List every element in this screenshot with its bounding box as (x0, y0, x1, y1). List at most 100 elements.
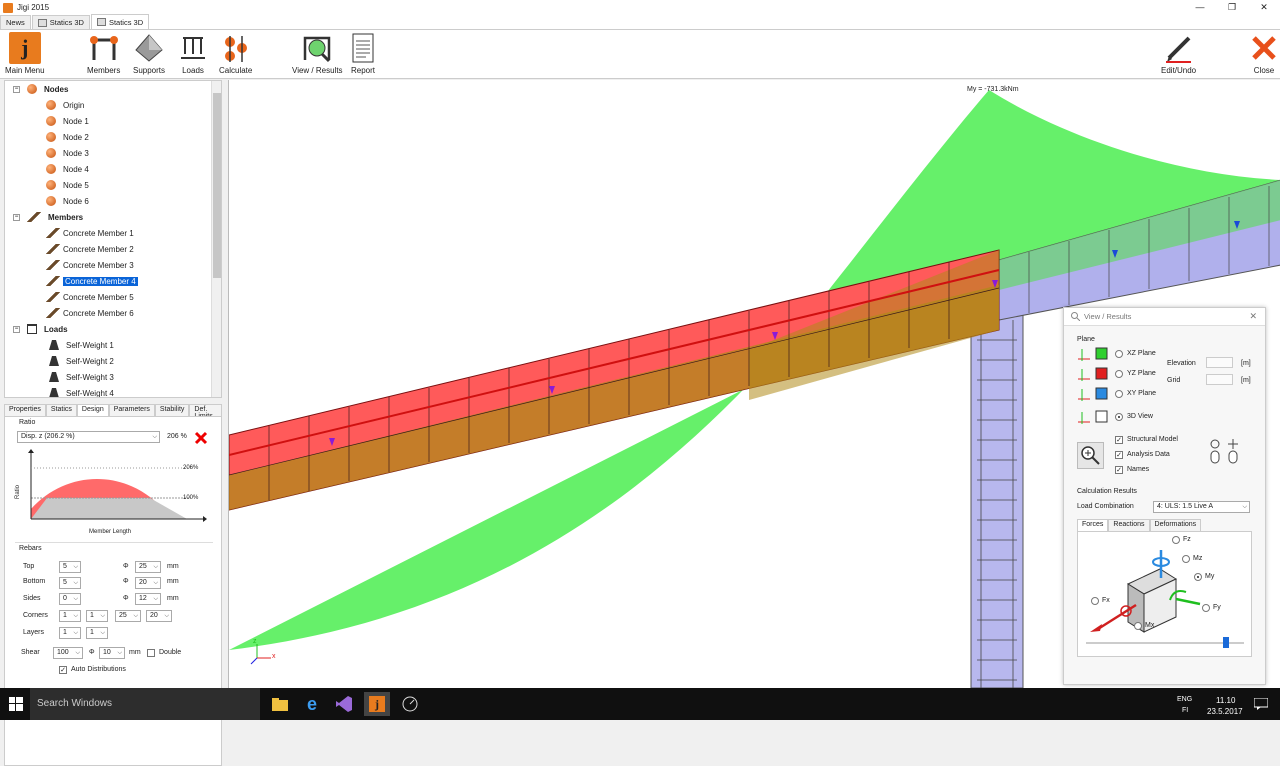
layers-b-select[interactable]: 1 ⌵ (86, 627, 108, 639)
mz-radio[interactable] (1182, 555, 1190, 563)
double-checkbox[interactable] (147, 649, 155, 657)
xz-plane-radio[interactable] (1115, 350, 1123, 358)
close-window-button[interactable]: ✕ (1248, 0, 1280, 15)
layers-a-select[interactable]: 1 ⌵ (59, 627, 81, 639)
tab-statics-3d-2[interactable]: Statics 3D (90, 14, 150, 29)
view-results-button[interactable]: View / Results (292, 32, 343, 75)
members-button[interactable]: Members (87, 32, 120, 75)
tab-news[interactable]: News (0, 15, 31, 29)
tree-load[interactable]: Self-Weight 4 (5, 385, 221, 397)
tree-node[interactable]: Node 3 (5, 145, 221, 161)
tree-scrollbar[interactable] (211, 81, 221, 397)
tree-node[interactable]: Node 4 (5, 161, 221, 177)
taskbar-file-explorer[interactable] (267, 692, 293, 716)
structural-model-checkbox[interactable]: ✓ (1115, 436, 1123, 444)
elevation-input[interactable] (1206, 357, 1233, 368)
tab-statics-3d-1[interactable]: Statics 3D (31, 15, 90, 29)
tree-group-nodes[interactable]: − Nodes (5, 81, 221, 97)
frame-icon (37, 18, 47, 27)
sides-count-select[interactable]: 0 ⌵ (59, 593, 81, 605)
bottom-count-select[interactable]: 5 ⌵ (59, 577, 81, 589)
shear-dia-select[interactable]: 10 ⌵ (99, 647, 125, 659)
main-menu-button[interactable]: j Main Menu (5, 32, 45, 75)
tree-member-selected[interactable]: Concrete Member 4 (5, 273, 221, 289)
collapse-icon[interactable]: − (13, 213, 20, 221)
mx-radio[interactable] (1134, 622, 1142, 630)
tab-reactions[interactable]: Reactions (1108, 519, 1150, 531)
xy-plane-radio[interactable] (1115, 390, 1123, 398)
corners-d-select[interactable]: 20 ⌵ (146, 610, 172, 622)
tree-group-loads[interactable]: − Loads (5, 321, 221, 337)
fz-radio[interactable] (1172, 536, 1180, 544)
tab-stability[interactable]: Stability (154, 404, 190, 416)
names-checkbox[interactable]: ✓ (1115, 466, 1123, 474)
ratio-select[interactable]: Disp. z (206.2 %) ⌵ (17, 431, 160, 443)
close-panel-button[interactable]: ✕ (1249, 311, 1257, 322)
clear-icon[interactable] (194, 431, 208, 445)
tree-load[interactable]: Self-Weight 2 (5, 353, 221, 369)
edit-undo-button[interactable]: Edit/Undo (1161, 32, 1196, 75)
corners-b-select[interactable]: 1 ⌵ (86, 610, 108, 622)
analysis-data-checkbox[interactable]: ✓ (1115, 451, 1123, 459)
tab-design[interactable]: Design (76, 404, 109, 416)
tree-member[interactable]: Concrete Member 5 (5, 289, 221, 305)
tree-load[interactable]: Self-Weight 3 (5, 369, 221, 385)
restore-button[interactable]: ❐ (1216, 0, 1248, 15)
bottom-dia-select[interactable]: 20 ⌵ (135, 577, 161, 589)
scale-slider[interactable] (1086, 642, 1244, 644)
minimize-button[interactable]: — (1184, 0, 1216, 15)
taskbar-edge[interactable]: e (299, 692, 325, 716)
tab-forces[interactable]: Forces (1077, 519, 1109, 531)
tab-def-limits[interactable]: Def. Limits (189, 404, 222, 420)
grid-input[interactable] (1206, 374, 1233, 385)
taskbar-jigi[interactable]: j (364, 692, 390, 716)
tab-statics[interactable]: Statics (45, 404, 77, 416)
tree-load[interactable]: Self-Weight 1 (5, 337, 221, 353)
tree-node[interactable]: Node 5 (5, 177, 221, 193)
collapse-icon[interactable]: − (13, 85, 20, 93)
report-icon (352, 33, 374, 63)
notifications-button[interactable] (1248, 692, 1274, 716)
sides-dia-select[interactable]: 12 ⌵ (135, 593, 161, 605)
scrollbar-thumb[interactable] (213, 93, 221, 278)
loads-button[interactable]: Loads (177, 32, 209, 75)
scale-slider-thumb[interactable] (1223, 637, 1229, 648)
taskbar-app[interactable] (397, 692, 423, 716)
search-box[interactable]: Search Windows (30, 688, 260, 720)
tree-member[interactable]: Concrete Member 6 (5, 305, 221, 321)
tree-node[interactable]: Node 2 (5, 129, 221, 145)
report-button[interactable]: Report (347, 32, 379, 75)
start-button[interactable] (0, 688, 32, 720)
tree-node[interactable]: Node 6 (5, 193, 221, 209)
close-button[interactable]: Close (1248, 32, 1280, 75)
corners-c-select[interactable]: 25 ⌵ (115, 610, 141, 622)
3d-view-radio[interactable] (1115, 413, 1123, 421)
fx-radio[interactable] (1091, 597, 1099, 605)
top-dia-select[interactable]: 25 ⌵ (135, 561, 161, 573)
load-combination-select[interactable]: 4: ULS: 1.5 Live A ⌵ (1153, 501, 1250, 513)
corners-a-select[interactable]: 1 ⌵ (59, 610, 81, 622)
taskbar-visual-studio[interactable] (331, 692, 357, 716)
xz-plane-icon (1078, 347, 1108, 361)
tree-node[interactable]: Origin (5, 97, 221, 113)
tree-member[interactable]: Concrete Member 1 (5, 225, 221, 241)
top-count-select[interactable]: 5 ⌵ (59, 561, 81, 573)
auto-distributions-checkbox[interactable]: ✓ (59, 666, 67, 674)
tab-deformations[interactable]: Deformations (1149, 519, 1202, 531)
tab-properties[interactable]: Properties (4, 404, 46, 416)
shear-spacing-select[interactable]: 100 ⌵ (53, 647, 83, 659)
tree-node[interactable]: Node 1 (5, 113, 221, 129)
zoom-button[interactable] (1077, 442, 1104, 469)
yz-plane-radio[interactable] (1115, 370, 1123, 378)
fy-radio[interactable] (1202, 604, 1210, 612)
collapse-icon[interactable]: − (13, 325, 20, 333)
tree-group-members[interactable]: − Members (5, 209, 221, 225)
tree-member[interactable]: Concrete Member 2 (5, 241, 221, 257)
taskbar: Search Windows e j ENG FI 11.10 23.5.201… (0, 688, 1280, 720)
tree-member[interactable]: Concrete Member 3 (5, 257, 221, 273)
calculate-button[interactable]: Calculate (219, 32, 252, 75)
my-radio[interactable] (1194, 573, 1202, 581)
tab-parameters[interactable]: Parameters (108, 404, 155, 416)
supports-button[interactable]: Supports (133, 32, 165, 75)
fz-label: Fz (1183, 536, 1191, 543)
